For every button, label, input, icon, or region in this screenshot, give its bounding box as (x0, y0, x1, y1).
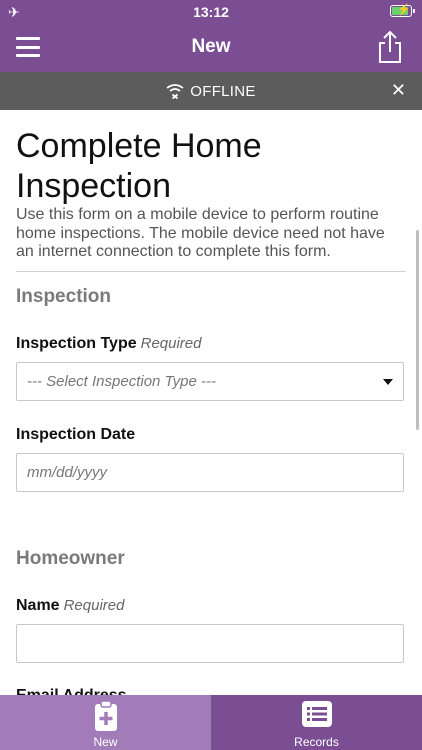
form-content[interactable]: Complete Home Inspection Use this form o… (0, 110, 422, 695)
section-title-inspection: Inspection (16, 286, 112, 307)
email-address-label: Email Address (16, 687, 127, 695)
inspection-date-input[interactable]: mm/dd/yyyy (16, 453, 404, 492)
wifi-off-icon (166, 84, 184, 100)
status-time: 13:12 (193, 4, 229, 20)
form-title: Complete Home Inspection (16, 127, 262, 205)
tab-new[interactable]: New (0, 695, 211, 750)
tab-records[interactable]: Records (211, 695, 422, 750)
required-indicator: Required (63, 597, 125, 614)
offline-label: OFFLINE (190, 83, 256, 100)
status-bar: ✈ 13:12 ⚡ (0, 0, 422, 24)
inspection-type-label: Inspection Type Required (16, 335, 202, 352)
share-icon[interactable] (376, 30, 404, 64)
tab-new-label: New (93, 735, 118, 749)
name-label: Name Required (16, 597, 125, 614)
battery-charging-icon: ⚡ (390, 4, 415, 17)
list-icon (301, 701, 332, 727)
offline-banner: OFFLINE ✕ (0, 72, 422, 110)
navigation-bar: New (0, 24, 422, 72)
inspection-date-placeholder: mm/dd/yyyy (27, 464, 108, 481)
scrollbar[interactable] (416, 230, 419, 430)
tab-bar: New Records (0, 695, 422, 750)
clipboard-plus-icon (94, 700, 117, 731)
required-indicator: Required (140, 335, 202, 352)
divider (16, 271, 406, 272)
dropdown-caret-icon (383, 379, 393, 385)
inspection-type-placeholder: --- Select Inspection Type --- (27, 373, 216, 390)
page-title: New (191, 36, 231, 57)
close-icon[interactable]: ✕ (391, 81, 406, 99)
inspection-date-label: Inspection Date (16, 426, 136, 443)
section-title-homeowner: Homeowner (16, 548, 125, 569)
name-input[interactable] (16, 624, 404, 663)
inspection-type-select[interactable]: --- Select Inspection Type --- (16, 362, 404, 401)
form-description: Use this form on a mobile device to perf… (16, 206, 385, 260)
tab-records-label: Records (294, 735, 339, 749)
